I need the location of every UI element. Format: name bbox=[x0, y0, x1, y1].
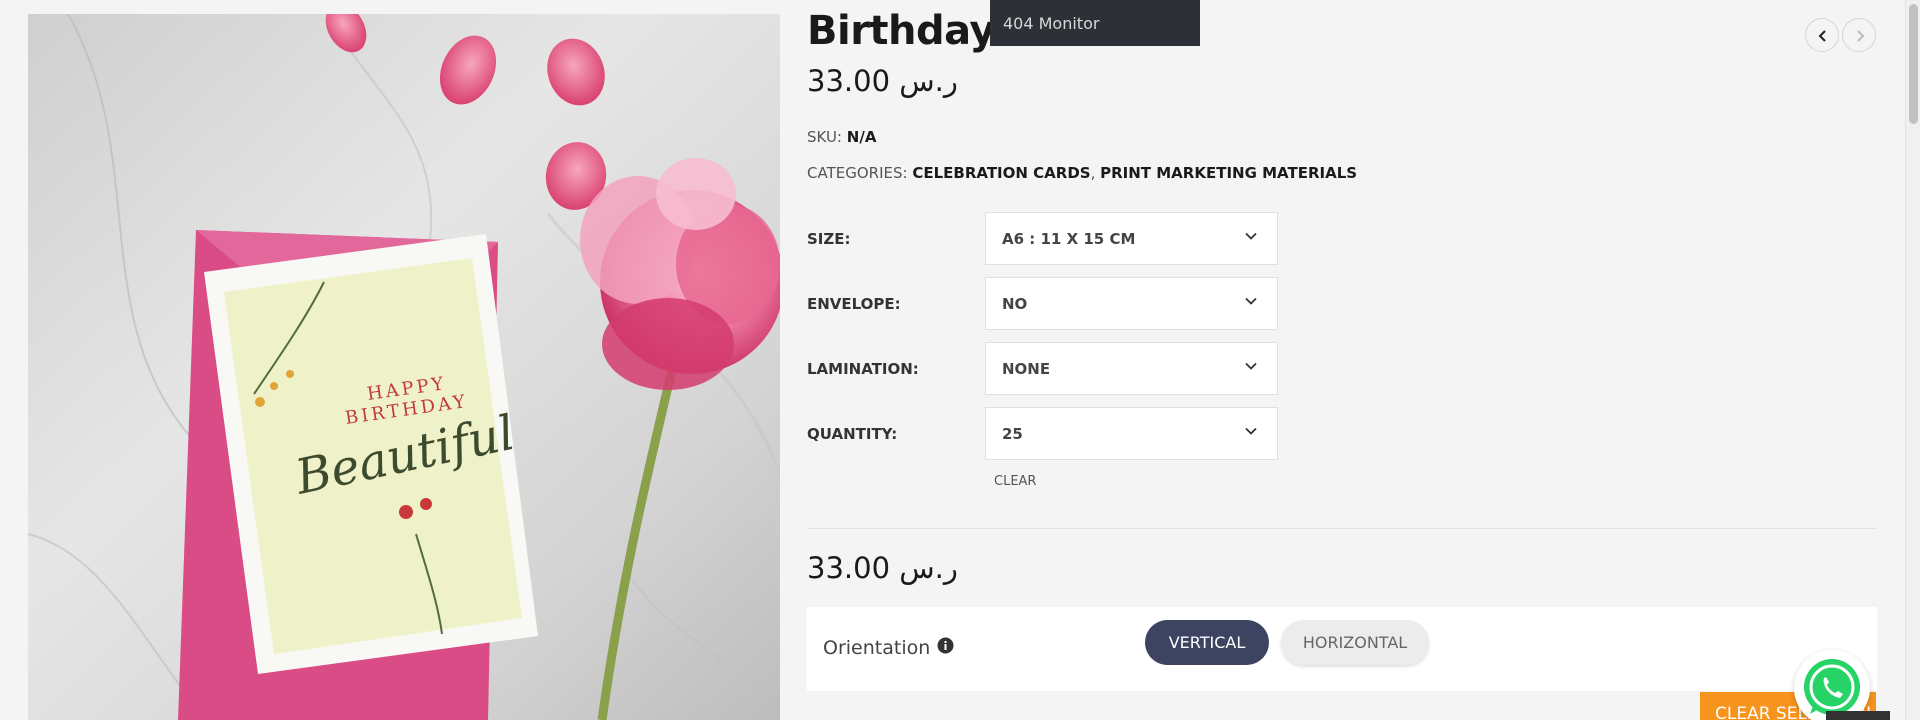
variation-label: ENVELOPE: bbox=[807, 295, 901, 313]
scrollbar-thumb[interactable] bbox=[1909, 4, 1918, 124]
size-select[interactable]: A6 : 11 X 15 CM bbox=[985, 212, 1278, 265]
category-link[interactable]: PRINT MARKETING MATERIALS bbox=[1100, 164, 1357, 182]
orientation-vertical-button[interactable]: VERTICAL bbox=[1145, 620, 1269, 665]
chevron-down-icon bbox=[1245, 362, 1257, 370]
lamination-select[interactable]: NONE bbox=[985, 342, 1278, 395]
chevron-down-icon bbox=[1245, 297, 1257, 305]
select-value: A6 : 11 X 15 CM bbox=[1002, 230, 1136, 248]
tooltip-label: 404 Monitor bbox=[1003, 14, 1100, 33]
whatsapp-button[interactable] bbox=[1794, 650, 1870, 720]
chevron-down-icon bbox=[1245, 427, 1257, 435]
categories-label: CATEGORIES: bbox=[807, 164, 908, 182]
chevron-left-icon bbox=[1818, 30, 1826, 42]
divider bbox=[807, 528, 1877, 529]
clear-variations-link[interactable]: CLEAR bbox=[994, 474, 1036, 489]
product-price: 33.00 ر.س bbox=[807, 64, 958, 98]
envelope-select[interactable]: NO bbox=[985, 277, 1278, 330]
select-value: NONE bbox=[1002, 360, 1051, 378]
orientation-label: Orientation bbox=[823, 637, 931, 659]
variation-price: 33.00 ر.س bbox=[807, 551, 958, 585]
sku-meta: SKU: N/A bbox=[807, 128, 876, 146]
quantity-select[interactable]: 25 bbox=[985, 407, 1278, 460]
variation-row-envelope: ENVELOPE: NO bbox=[807, 277, 1287, 331]
chevron-right-icon bbox=[1857, 30, 1865, 42]
sku-value: N/A bbox=[846, 128, 877, 146]
variation-label: SIZE: bbox=[807, 230, 851, 248]
category-separator: , bbox=[1090, 164, 1101, 182]
variation-label: QUANTITY: bbox=[807, 425, 898, 443]
categories-meta: CATEGORIES: CELEBRATION CARDS, PRINT MAR… bbox=[807, 164, 1357, 182]
previous-product-button[interactable] bbox=[1805, 18, 1839, 52]
orientation-horizontal-button[interactable]: HORIZONTAL bbox=[1281, 620, 1429, 665]
scroll-to-top-button[interactable] bbox=[1826, 711, 1890, 720]
page-scrollbar[interactable] bbox=[1905, 0, 1920, 720]
variation-label: LAMINATION: bbox=[807, 360, 919, 378]
sku-label: SKU: bbox=[807, 128, 842, 146]
info-icon[interactable] bbox=[937, 637, 954, 654]
variation-row-quantity: QUANTITY: 25 bbox=[807, 407, 1287, 461]
product-image[interactable]: HAPPY BIRTHDAY Beautiful bbox=[28, 14, 780, 720]
admin-bar-tooltip[interactable]: 404 Monitor bbox=[990, 0, 1200, 46]
product-summary: Birthday Cards 33.00 ر.س SKU: N/A CATEGO… bbox=[807, 0, 1877, 720]
select-value: NO bbox=[1002, 295, 1028, 313]
variation-row-lamination: LAMINATION: NONE bbox=[807, 342, 1287, 396]
orientation-panel: Orientation VERTICAL HORIZONTAL bbox=[807, 607, 1877, 691]
category-link[interactable]: CELEBRATION CARDS bbox=[912, 164, 1090, 182]
product-photo: HAPPY BIRTHDAY Beautiful bbox=[28, 14, 780, 720]
chevron-down-icon bbox=[1245, 232, 1257, 240]
variation-row-size: SIZE: A6 : 11 X 15 CM bbox=[807, 212, 1287, 266]
next-product-button[interactable] bbox=[1842, 18, 1876, 52]
select-value: 25 bbox=[1002, 425, 1023, 443]
